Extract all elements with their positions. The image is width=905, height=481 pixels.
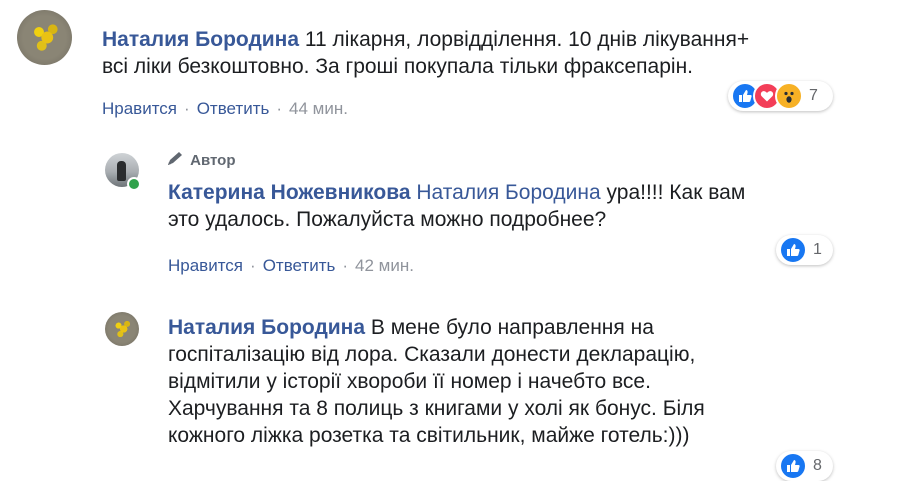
comment-actions: Нравится · Ответить · 42 мин. — [168, 256, 414, 276]
timestamp[interactable]: 44 мин. — [289, 99, 348, 118]
comment-text: госпіталізацію від лора. Сказали донести… — [168, 343, 696, 366]
comment-text: В мене було направлення на — [370, 316, 654, 339]
avatar[interactable] — [17, 10, 72, 65]
reply-link[interactable]: Ответить — [197, 99, 270, 118]
comment-author[interactable]: Наталия Бородина — [102, 28, 299, 51]
pen-icon — [168, 152, 182, 165]
comment-author[interactable]: Катерина Ножевникова — [168, 181, 411, 204]
reply-link[interactable]: Ответить — [263, 256, 336, 275]
wow-icon — [775, 82, 803, 110]
online-status-indicator — [127, 177, 141, 191]
separator: · — [342, 256, 349, 275]
comment-text: Харчування та 8 полиць з книгами у холі … — [168, 397, 705, 420]
like-icon — [779, 452, 807, 480]
reaction-count: 7 — [809, 87, 818, 104]
reactions-summary[interactable]: 7 — [728, 81, 833, 111]
reaction-count: 1 — [813, 241, 822, 258]
reaction-count: 8 — [813, 457, 822, 474]
separator: · — [184, 99, 190, 118]
comment-text: это удалось. Пожалуйста можно подробнее? — [168, 208, 607, 231]
separator: · — [250, 256, 256, 275]
comment-text: ура!!!! Как вам — [606, 181, 746, 204]
reactions-summary[interactable]: 1 — [776, 235, 833, 265]
mention-link[interactable]: Наталия Бородина — [416, 181, 600, 204]
reactions-summary[interactable]: 8 — [776, 451, 833, 481]
avatar[interactable] — [105, 312, 139, 346]
comment-text: всі ліки безкоштовно. За гроші покупала … — [102, 55, 693, 78]
timestamp[interactable]: 42 мин. — [355, 256, 414, 275]
author-badge-label: Автор — [190, 152, 236, 169]
comment-body: Наталия Бородина 11 лікарня, лорвідділен… — [102, 26, 822, 80]
author-badge: Автор — [166, 151, 236, 169]
like-icon — [779, 236, 807, 264]
comment-text: відмітили у історії хвороби її номер і н… — [168, 370, 651, 393]
like-link[interactable]: Нравится — [168, 256, 243, 275]
separator: · — [276, 99, 283, 118]
comment-body: Катерина Ножевникова Наталия Бородина ур… — [168, 179, 808, 233]
comment-author[interactable]: Наталия Бородина — [168, 316, 365, 339]
comment-text: кожного ліжка розетка та світильник, май… — [168, 424, 690, 447]
comment-body: Наталия Бородина В мене було направлення… — [168, 314, 808, 449]
comment-actions: Нравится · Ответить · 44 мин. — [102, 99, 348, 119]
like-link[interactable]: Нравится — [102, 99, 177, 118]
comment-text: 11 лікарня, лорвідділення. 10 днів лікув… — [304, 28, 750, 51]
